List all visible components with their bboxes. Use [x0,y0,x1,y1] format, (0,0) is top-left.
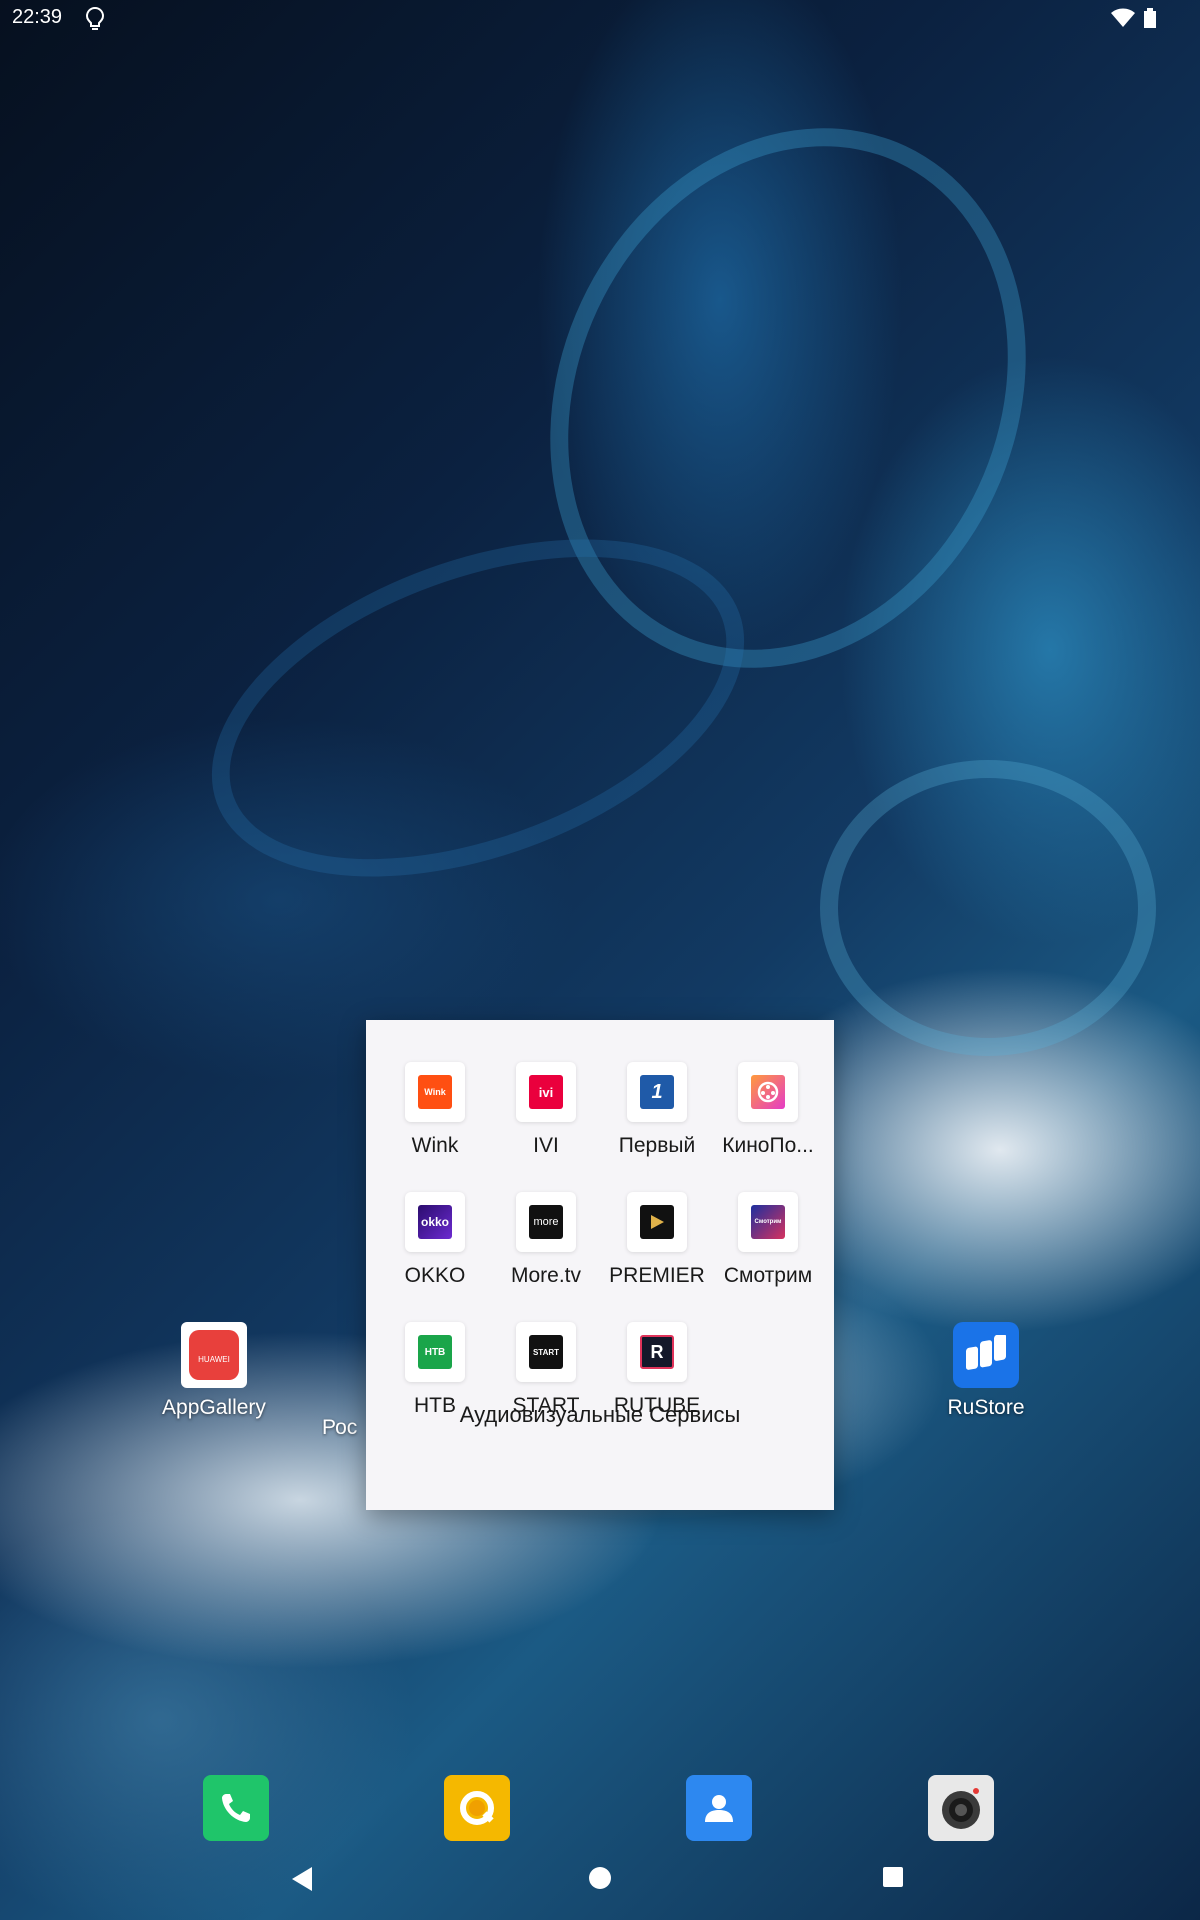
dock-browser[interactable] [444,1775,510,1841]
app-rustore[interactable]: RuStore [916,1322,1056,1420]
app-partially-hidden[interactable]: Рос [322,1322,362,1440]
start-icon-text: START [529,1335,563,1369]
app-label: Первый [618,1134,696,1157]
app-label: Смотрим [723,1264,813,1287]
rustore-icon [953,1322,1019,1388]
wink-icon-text: Wink [418,1075,452,1109]
app-label: More.tv [510,1264,581,1287]
app-label: AppGallery [162,1396,266,1419]
app-okko[interactable]: okko OKKO [378,1192,492,1288]
browser-icon [460,1791,494,1825]
lightbulb-icon [85,6,105,30]
recents-icon[interactable] [882,1866,904,1888]
app-premier[interactable]: PREMIER [600,1192,714,1288]
app-label: КиноПо... [722,1134,814,1157]
wallpaper-swirl [166,473,790,943]
status-time: 22:39 [12,6,63,28]
app-label: PREMIER [609,1264,705,1287]
app-label: RuStore [947,1396,1025,1419]
app-smotrim[interactable]: Смотрим Смотрим [711,1192,825,1288]
dock-phone[interactable] [203,1775,269,1841]
contacts-icon [705,1795,733,1822]
appgallery-icon-text: HUAWEI [198,1355,230,1364]
perviy-icon-text: 1 [640,1075,674,1109]
ivi-icon: ivi [516,1062,576,1122]
start-icon: START [516,1322,576,1382]
home-icon[interactable] [588,1866,612,1890]
app-appgallery[interactable]: HUAWEI AppGallery [144,1322,284,1420]
dock-camera[interactable] [928,1775,994,1841]
app-label: IVI [533,1134,559,1157]
rutube-icon: R [627,1322,687,1382]
phone-icon [222,1794,250,1822]
app-ivi[interactable]: ivi IVI [489,1062,603,1158]
premier-icon [627,1192,687,1252]
rutube-icon-text: R [640,1335,674,1369]
moretv-icon-text: more [529,1205,563,1239]
app-label: Рос [322,1416,358,1439]
home-screen: 22:39 HUAWEI AppGallery Рос RuStore Wink… [0,0,1200,1920]
smotrim-icon: Смотрим [738,1192,798,1252]
app-label: Wink [411,1134,459,1157]
app-perviy[interactable]: 1 Первый [600,1062,714,1158]
wink-icon: Wink [405,1062,465,1122]
folder-popup: Wink Wink ivi IVI 1 Первый КиноПо... okk… [366,1020,834,1510]
app-moretv[interactable]: more More.tv [489,1192,603,1288]
ntv-icon: НТВ [405,1322,465,1382]
okko-icon-text: okko [418,1205,452,1239]
premier-icon-inner [640,1205,674,1239]
smotrim-icon-text: Смотрим [751,1205,785,1239]
app-kinopoisk[interactable]: КиноПо... [711,1062,825,1158]
ivi-icon-text: ivi [529,1075,563,1109]
wallpaper-swirl [820,760,1156,1056]
folder-name[interactable]: Аудиовизуальные Сервисы [366,1402,834,1428]
back-icon[interactable] [290,1866,314,1892]
camera-icon [942,1788,980,1829]
appgallery-icon: HUAWEI [181,1322,247,1388]
wifi-icon [1111,8,1135,27]
moretv-icon: more [516,1192,576,1252]
app-label: OKKO [404,1264,466,1287]
wallpaper-swirl [463,49,1113,747]
okko-icon: okko [405,1192,465,1252]
battery-icon [1144,8,1156,28]
status-bar: 22:39 [0,0,1200,38]
dock-contacts[interactable] [686,1775,752,1841]
perviy-icon: 1 [627,1062,687,1122]
kinopoisk-icon [738,1062,798,1122]
kinopoisk-icon-inner [751,1075,785,1109]
ntv-icon-text: НТВ [418,1335,452,1369]
app-wink[interactable]: Wink Wink [378,1062,492,1158]
